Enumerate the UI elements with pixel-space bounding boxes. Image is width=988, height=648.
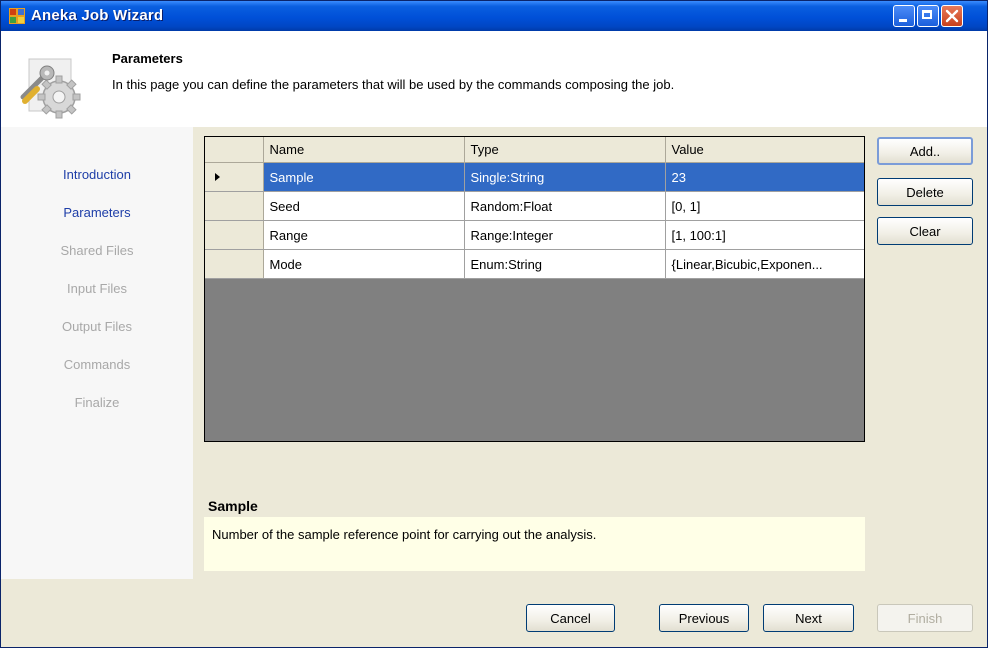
cell-type[interactable]: Single:String [464,162,666,192]
cell-value[interactable]: 23 [665,162,864,192]
table-row[interactable]: Sample Single:String 23 [205,162,864,192]
finish-button: Finish [877,604,973,632]
help-title: Sample [208,498,258,514]
minimize-button[interactable] [893,5,915,27]
grid-header-row: Name Type Value [205,137,864,163]
close-button[interactable] [941,5,963,27]
page-description: In this page you can define the paramete… [112,77,675,92]
table-row[interactable]: Mode Enum:String {Linear,Bicubic,Exponen… [205,249,864,279]
table-row[interactable]: Seed Random:Float [0, 1] [205,191,864,221]
sidebar-item-input-files: Input Files [67,281,127,296]
sidebar-item-parameters[interactable]: Parameters [1,205,193,220]
cell-name[interactable]: Mode [263,249,465,279]
row-header[interactable] [205,220,264,250]
parameters-grid[interactable]: Name Type Value Sample Single:String 23 … [204,136,865,442]
maximize-button[interactable] [917,5,939,27]
row-header[interactable] [205,162,264,192]
delete-button[interactable]: Delete [877,178,973,206]
help-panel: Number of the sample reference point for… [204,517,865,571]
current-row-arrow-icon [215,173,220,181]
cell-name[interactable]: Sample [263,162,465,192]
column-header-value[interactable]: Value [665,137,864,163]
cell-name[interactable]: Seed [263,191,465,221]
sidebar-item-commands: Commands [63,357,131,372]
row-header[interactable] [205,249,264,279]
cell-type[interactable]: Random:Float [464,191,666,221]
minimize-icon [899,19,907,22]
row-header[interactable] [205,191,264,221]
page-title: Parameters [112,51,183,66]
help-text: Number of the sample reference point for… [212,527,597,542]
cell-value[interactable]: {Linear,Bicubic,Exponen... [665,249,864,279]
title-bar[interactable]: Aneka Job Wizard [1,1,987,31]
maximize-icon [922,10,932,19]
wizard-header: Parameters In this page you can define t… [1,31,987,127]
clear-button[interactable]: Clear [877,217,973,245]
sidebar-item-finalize: Finalize [74,395,120,410]
add-button[interactable]: Add.. [877,137,973,165]
cell-name[interactable]: Range [263,220,465,250]
next-button[interactable]: Next [763,604,854,632]
cell-type[interactable]: Enum:String [464,249,666,279]
wizard-window: Aneka Job Wizard Parameters In this page… [0,0,988,648]
close-icon [945,9,959,23]
cell-value[interactable]: [1, 100:1] [665,220,864,250]
window-title: Aneka Job Wizard [31,7,164,24]
cancel-button[interactable]: Cancel [526,604,615,632]
cell-type[interactable]: Range:Integer [464,220,666,250]
column-header-type[interactable]: Type [464,137,666,163]
table-row[interactable]: Range Range:Integer [1, 100:1] [205,220,864,250]
column-header-name[interactable]: Name [263,137,465,163]
wizard-steps-sidebar: Introduction Parameters Shared Files Inp… [1,127,193,579]
previous-button[interactable]: Previous [659,604,749,632]
sidebar-item-shared-files: Shared Files [60,243,134,258]
app-icon [9,8,25,24]
sidebar-item-output-files: Output Files [61,319,133,334]
parameters-table: Name Type Value Sample Single:String 23 … [205,137,864,279]
settings-gear-icon [20,58,81,119]
sidebar-item-introduction[interactable]: Introduction [1,167,193,182]
row-header-corner[interactable] [205,137,264,163]
cell-value[interactable]: [0, 1] [665,191,864,221]
